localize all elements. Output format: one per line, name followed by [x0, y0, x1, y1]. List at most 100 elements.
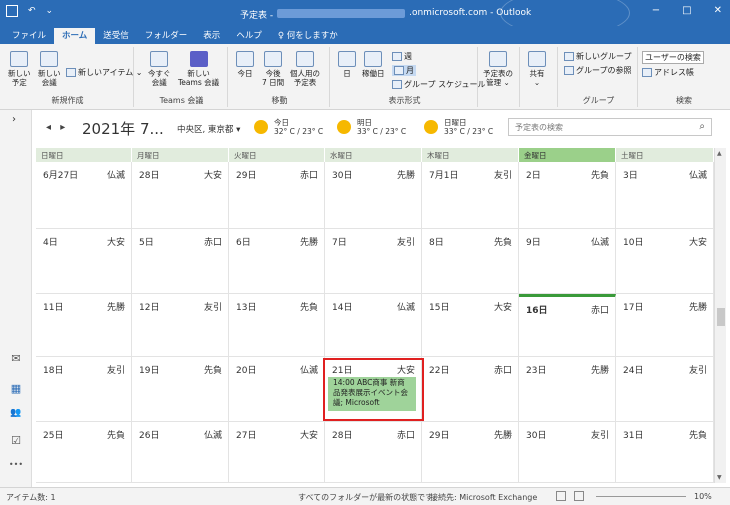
day-cell[interactable]: 6日 先勝 [229, 229, 325, 294]
day-cell[interactable]: 7月1日 友引 [422, 162, 519, 229]
day-cell[interactable]: 22日 赤口 [422, 357, 519, 422]
tab-view[interactable]: 表示 [195, 28, 228, 44]
day-cell[interactable]: 30日 友引 [519, 422, 616, 483]
day-cell[interactable]: 19日 先負 [132, 357, 229, 422]
rokuyo-label: 先勝 [106, 303, 125, 313]
tab-file[interactable]: ファイル [4, 28, 54, 44]
new-group-button[interactable]: 新しいグループ [564, 51, 632, 62]
day-cell[interactable]: 26日 仏滅 [132, 422, 229, 483]
next-month-button[interactable]: ▸ [60, 122, 65, 133]
day-cell[interactable]: 31日 先負 [616, 422, 714, 483]
restore-button[interactable]: □ [682, 5, 691, 16]
vertical-scrollbar[interactable]: ▲ ▼ [714, 148, 726, 483]
tab-home[interactable]: ホーム [54, 28, 96, 44]
day-cell[interactable]: 14日 仏滅 [325, 294, 422, 357]
tell-me-search[interactable]: ♀ 何をしますか [270, 28, 346, 44]
week-view-button[interactable]: 週 [392, 51, 412, 62]
new-teams-meeting-button[interactable]: 新しい Teams 会議 [178, 51, 219, 87]
day-cell[interactable]: 4日 大安 [36, 229, 132, 294]
browse-groups-button[interactable]: グループの参照 [564, 65, 632, 76]
tab-help[interactable]: ヘルプ [228, 28, 270, 44]
day-cell[interactable]: 10日 大安 [616, 229, 714, 294]
zoom-slider[interactable] [596, 496, 686, 497]
day-cell[interactable]: 18日 友引 [36, 357, 132, 422]
rokuyo-label: 先勝 [493, 431, 512, 441]
scroll-thumb[interactable] [717, 308, 725, 326]
mail-icon[interactable]: ✉ [8, 352, 24, 366]
day-cell[interactable]: 20日 仏滅 [229, 357, 325, 422]
personal-calendar-icon [296, 51, 314, 67]
group-schedule-button[interactable]: グループ スケジュール [392, 79, 486, 90]
day-cell[interactable]: 12日 友引 [132, 294, 229, 357]
day-number: 16日 [526, 306, 548, 316]
week-icon [264, 51, 283, 67]
day-cell[interactable]: 29日 赤口 [229, 162, 325, 229]
tab-folder[interactable]: フォルダー [137, 28, 196, 44]
day-cell[interactable]: 9日 仏滅 [519, 229, 616, 294]
rokuyo-label: 赤口 [590, 306, 609, 316]
rokuyo-label: 先勝 [396, 171, 415, 181]
search-people-field[interactable]: ユーザーの検索 [642, 51, 704, 64]
meet-now-button[interactable]: 今すぐ 会議 [148, 51, 171, 87]
minimize-button[interactable]: − [652, 5, 660, 16]
scroll-up-icon[interactable]: ▲ [717, 150, 722, 157]
calendar-search-input[interactable]: 予定表の検索 ⌕ [508, 118, 712, 136]
new-meeting-button[interactable]: 新しい 会議 [38, 51, 61, 87]
day-cell[interactable]: 8日 先負 [422, 229, 519, 294]
day-cell[interactable]: 13日 先負 [229, 294, 325, 357]
day-cell[interactable]: 27日 大安 [229, 422, 325, 483]
workweek-view-button[interactable]: 稼働日 [362, 51, 385, 78]
month-view-button[interactable]: 月 [392, 65, 416, 76]
day-cell[interactable]: 28日 大安 [132, 162, 229, 229]
day-cell[interactable]: 6月27日 仏滅 [36, 162, 132, 229]
group-label-teams: Teams 会議 [159, 96, 204, 105]
next-7-days-button[interactable]: 今後 7 日間 [262, 51, 284, 87]
day-cell[interactable]: 29日 先勝 [422, 422, 519, 483]
today-button[interactable]: 今日 [236, 51, 254, 78]
item-count: アイテム数: 1 [6, 493, 56, 502]
expand-folder-pane-icon[interactable]: › [12, 114, 16, 125]
rokuyo-label: 先負 [299, 303, 318, 313]
day-cell[interactable]: 11日 先勝 [36, 294, 132, 357]
day-cell[interactable]: 3日 仏滅 [616, 162, 714, 229]
address-book-button[interactable]: アドレス帳 [642, 67, 694, 78]
day-number: 28日 [332, 431, 353, 441]
day-cell[interactable]: 30日 先勝 [325, 162, 422, 229]
tasks-icon[interactable]: ☑ [8, 434, 24, 448]
weather-location-dropdown[interactable]: 中央区, 東京都 ▾ [177, 123, 240, 135]
manage-calendar-icon [489, 51, 507, 67]
day-cell[interactable]: 7日 友引 [325, 229, 422, 294]
personal-calendar-button[interactable]: 個人用の 予定表 [290, 51, 320, 87]
day-cell[interactable]: 25日 先負 [36, 422, 132, 483]
day-cell[interactable]: 23日 先勝 [519, 357, 616, 422]
search-icon[interactable]: ⌕ [699, 121, 705, 132]
day-cell[interactable]: 5日 赤口 [132, 229, 229, 294]
group-label-new: 新規作成 [51, 96, 84, 105]
day-cell[interactable]: 16日 赤口 [519, 294, 616, 357]
calendar-icon[interactable]: ▦ [8, 382, 24, 396]
new-items-dropdown[interactable]: 新しいアイテム ⌄ [66, 67, 142, 78]
qat-dropdown-icon[interactable]: ⌄ [46, 6, 54, 16]
scroll-down-icon[interactable]: ▼ [717, 474, 722, 481]
close-button[interactable]: ✕ [714, 5, 722, 16]
tab-send-receive[interactable]: 送受信 [95, 28, 137, 44]
group-manage: 予定表の 管理 ⌄ [480, 47, 520, 107]
day-cell[interactable]: 24日 友引 [616, 357, 714, 422]
day-view-button[interactable]: 日 [338, 51, 356, 78]
day-cell[interactable]: 2日 先負 [519, 162, 616, 229]
previous-month-button[interactable]: ◂ [46, 122, 51, 133]
people-icon[interactable]: 👥 [8, 408, 24, 422]
new-appointment-button[interactable]: 新しい 予定 [8, 51, 31, 87]
more-apps-icon[interactable]: ••• [8, 460, 24, 474]
rokuyo-label: 先勝 [590, 366, 609, 376]
day-cell[interactable]: 28日 赤口 [325, 422, 422, 483]
video-icon [150, 51, 169, 67]
reading-view-icon[interactable] [574, 491, 584, 501]
manage-calendars-button[interactable]: 予定表の 管理 ⌄ [483, 51, 513, 87]
undo-icon[interactable]: ↶ [28, 6, 36, 16]
day-cell[interactable]: 17日 先勝 [616, 294, 714, 357]
day-cell[interactable]: 15日 大安 [422, 294, 519, 357]
calendar-icon [10, 51, 29, 67]
normal-view-icon[interactable] [556, 491, 566, 501]
share-button[interactable]: 共有 ⌄ [528, 51, 546, 87]
